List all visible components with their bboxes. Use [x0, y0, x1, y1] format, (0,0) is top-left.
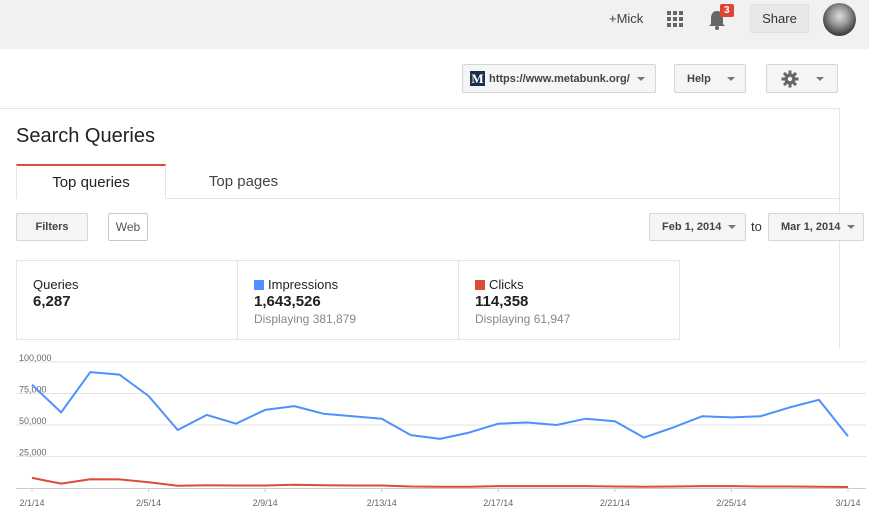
site-url: https://www.metabunk.org/ — [489, 72, 630, 85]
y-tick-label: 50,000 — [19, 416, 47, 426]
site-logo: M — [470, 70, 485, 86]
date-to-label: Mar 1, 2014 — [781, 221, 841, 233]
stat-queries-value: 6,287 — [33, 293, 71, 310]
stat-impressions-label: Impressions — [268, 277, 339, 292]
page-title: Search Queries — [16, 125, 155, 147]
gear-icon — [781, 70, 799, 87]
chevron-down-icon — [726, 76, 735, 81]
date-to-dropdown[interactable]: Mar 1, 2014 — [768, 213, 864, 241]
search-queries-chart[interactable]: 100,00075,00050,00025,0002/1/14 2/5/14 2/9… — [0, 345, 869, 518]
stat-clicks[interactable]: Clicks 114,358 Displaying 61,947 — [459, 261, 679, 339]
help-label: Help — [687, 72, 711, 85]
tab-divider — [166, 198, 840, 199]
settings-button[interactable] — [766, 64, 838, 93]
x-tick-label: 3/1/14 — [835, 498, 860, 508]
y-tick-label: 25,000 — [19, 448, 47, 458]
date-from-dropdown[interactable]: Feb 1, 2014 — [649, 213, 746, 241]
tab-top-queries[interactable]: Top queries — [16, 164, 166, 199]
stat-impressions[interactable]: Impressions 1,643,526 Displaying 381,879 — [238, 261, 459, 339]
user-profile-link[interactable]: +Mick — [609, 11, 643, 26]
web-filter-chip[interactable]: Web — [108, 213, 148, 241]
stat-clicks-value: 114,358 — [475, 293, 529, 310]
top-bar: +Mick 3 Share — [0, 0, 869, 49]
stat-clicks-sub: Displaying 61,947 — [475, 312, 571, 326]
apps-grid-icon[interactable] — [667, 11, 683, 27]
stats-summary: Queries 6,287 Impressions 1,643,526 Disp… — [16, 260, 680, 340]
stat-queries-label: Queries — [33, 277, 79, 292]
impressions-legend-swatch — [254, 279, 264, 290]
avatar[interactable] — [823, 3, 856, 36]
x-tick-label: 2/13/14 — [367, 498, 397, 508]
stat-clicks-label: Clicks — [489, 277, 524, 292]
clicks-legend-swatch — [475, 279, 485, 290]
share-button[interactable]: Share — [750, 4, 809, 33]
chevron-down-icon — [636, 76, 645, 81]
x-tick-label: 2/1/14 — [19, 498, 44, 508]
stat-impressions-value: 1,643,526 — [254, 293, 321, 310]
series-line-impressions — [31, 371, 849, 440]
notification-count-badge[interactable]: 3 — [720, 4, 734, 17]
chevron-down-icon — [728, 225, 737, 229]
x-tick-label: 2/17/14 — [483, 498, 513, 508]
series-line-clicks — [31, 476, 849, 488]
date-range-separator: to — [751, 219, 762, 234]
filters-button[interactable]: Filters — [16, 213, 88, 241]
panel-border — [0, 108, 840, 109]
site-selector-dropdown[interactable]: M https://www.metabunk.org/ — [462, 64, 656, 93]
stat-queries[interactable]: Queries 6,287 — [17, 261, 238, 339]
x-tick-label: 2/9/14 — [253, 498, 278, 508]
y-tick-label: 100,000 — [19, 353, 52, 363]
date-from-label: Feb 1, 2014 — [662, 221, 722, 233]
tab-top-pages[interactable]: Top pages — [166, 164, 321, 199]
x-tick-label: 2/25/14 — [716, 498, 746, 508]
chevron-down-icon — [816, 76, 824, 81]
stat-impressions-sub: Displaying 381,879 — [254, 312, 357, 326]
x-tick-label: 2/5/14 — [136, 498, 161, 508]
chevron-down-icon — [847, 225, 856, 229]
help-button[interactable]: Help — [674, 64, 746, 93]
x-tick-label: 2/21/14 — [600, 498, 630, 508]
